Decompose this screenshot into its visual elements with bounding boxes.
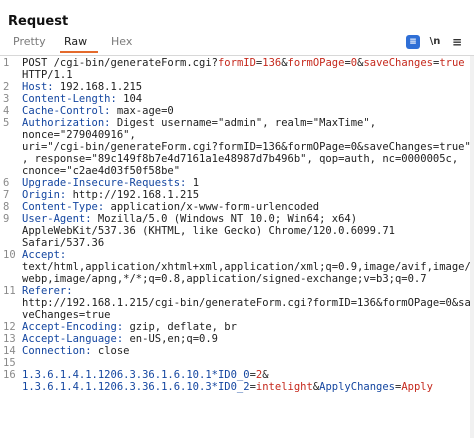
line-text: User-Agent: Mozilla/5.0 (Windows NT 10.0… bbox=[22, 213, 358, 225]
editor-line[interactable]: webp,image/apng,*/*;q=0.8,application/si… bbox=[0, 273, 474, 285]
line-text: HTTP/1.1 bbox=[22, 69, 73, 81]
line-number: 13 bbox=[3, 333, 16, 345]
editor-line[interactable]: 2 Host: 192.168.1.215 bbox=[0, 81, 474, 93]
line-text: Host: 192.168.1.215 bbox=[22, 81, 143, 93]
line-text: Accept-Encoding: gzip, deflate, br bbox=[22, 321, 237, 333]
editor-line[interactable]: http://192.168.1.215/cgi-bin/generateFor… bbox=[0, 297, 474, 309]
line-number: 7 bbox=[3, 189, 10, 201]
line-text: webp,image/apng,*/*;q=0.8,application/si… bbox=[22, 273, 427, 285]
line-text: text/html,application/xhtml+xml,applicat… bbox=[22, 261, 471, 273]
line-number: 12 bbox=[3, 321, 16, 333]
line-number: 14 bbox=[3, 345, 16, 357]
tab-raw[interactable]: Raw bbox=[64, 35, 87, 48]
editor-line[interactable]: 10 Accept: bbox=[0, 249, 474, 261]
editor-line[interactable]: 11 Referer: bbox=[0, 285, 474, 297]
editor-line[interactable]: 5 Authorization: Digest username="admin",… bbox=[0, 117, 474, 129]
line-number: 3 bbox=[3, 93, 10, 105]
editor-line[interactable]: 14 Connection: close bbox=[0, 345, 474, 357]
line-text: AppleWebKit/537.36 (KHTML, like Gecko) C… bbox=[22, 225, 395, 237]
line-number: 2 bbox=[3, 81, 10, 93]
editor-line[interactable]: Safari/537.36 bbox=[0, 237, 474, 249]
panel-title: Request bbox=[8, 14, 69, 29]
line-text: Safari/537.36 bbox=[22, 237, 105, 249]
editor-line[interactable]: 1 POST /cgi-bin/generateForm.cgi?formID=1… bbox=[0, 57, 474, 69]
line-text: cnonce="c2ae4d03f50f58be" bbox=[22, 165, 181, 177]
line-text: Referer: bbox=[22, 285, 73, 297]
line-text: , response="89c149f8b7e4d7161a1e48987d7b… bbox=[22, 153, 459, 165]
line-text: uri="/cgi-bin/generateForm.cgi?formID=13… bbox=[22, 141, 471, 153]
editor-line[interactable]: 4 Cache-Control: max-age=0 bbox=[0, 105, 474, 117]
editor-line[interactable]: , response="89c149f8b7e4d7161a1e48987d7b… bbox=[0, 153, 474, 165]
line-text: 1.3.6.1.4.1.1206.3.36.1.6.10.1*ID0_0=2& bbox=[22, 369, 269, 381]
line-text: veChanges=true bbox=[22, 309, 111, 321]
line-text: Content-Length: 104 bbox=[22, 93, 143, 105]
editor-line[interactable]: 6 Upgrade-Insecure-Requests: 1 bbox=[0, 177, 474, 189]
line-number: 16 bbox=[3, 369, 16, 381]
line-number: 4 bbox=[3, 105, 10, 117]
line-text: http://192.168.1.215/cgi-bin/generateFor… bbox=[22, 297, 471, 309]
line-text: 1.3.6.1.4.1.1206.3.36.1.6.10.3*ID0_2=int… bbox=[22, 381, 433, 393]
editor-line[interactable]: nonce="279040916", bbox=[0, 129, 474, 141]
editor-line[interactable]: AppleWebKit/537.36 (KHTML, like Gecko) C… bbox=[0, 225, 474, 237]
editor-line[interactable]: 7 Origin: http://192.168.1.215 bbox=[0, 189, 474, 201]
line-text: Authorization: Digest username="admin", … bbox=[22, 117, 377, 129]
line-number: 10 bbox=[3, 249, 16, 261]
active-tab-indicator bbox=[60, 51, 98, 53]
line-text: Accept-Language: en-US,en;q=0.9 bbox=[22, 333, 218, 345]
editor-line[interactable]: veChanges=true bbox=[0, 309, 474, 321]
line-text: Upgrade-Insecure-Requests: 1 bbox=[22, 177, 200, 189]
editor-line[interactable]: 16 1.3.6.1.4.1.1206.3.36.1.6.10.1*ID0_0=2… bbox=[0, 369, 474, 381]
line-text: nonce="279040916", bbox=[22, 129, 136, 141]
request-editor[interactable]: 1 POST /cgi-bin/generateForm.cgi?formID=1… bbox=[0, 56, 474, 438]
line-number: 9 bbox=[3, 213, 10, 225]
tab-hex[interactable]: Hex bbox=[111, 35, 132, 48]
editor-line[interactable]: uri="/cgi-bin/generateForm.cgi?formID=13… bbox=[0, 141, 474, 153]
line-number: 1 bbox=[3, 57, 10, 69]
view-tabs: Pretty Raw Hex ≡ \n ≡ bbox=[0, 33, 474, 53]
editor-line[interactable]: 3 Content-Length: 104 bbox=[0, 93, 474, 105]
newline-toggle-button[interactable]: \n bbox=[428, 35, 442, 49]
editor-line[interactable]: 13 Accept-Language: en-US,en;q=0.9 bbox=[0, 333, 474, 345]
tab-pretty[interactable]: Pretty bbox=[13, 35, 46, 48]
editor-line[interactable]: 9 User-Agent: Mozilla/5.0 (Windows NT 10.… bbox=[0, 213, 474, 225]
editor-line[interactable]: 12 Accept-Encoding: gzip, deflate, br bbox=[0, 321, 474, 333]
editor-line[interactable]: cnonce="c2ae4d03f50f58be" bbox=[0, 165, 474, 177]
line-text: Cache-Control: max-age=0 bbox=[22, 105, 174, 117]
menu-icon[interactable]: ≡ bbox=[450, 35, 464, 49]
editor-line[interactable]: 15 bbox=[0, 357, 474, 369]
editor-line[interactable]: 8 Content-Type: application/x-www-form-ur… bbox=[0, 201, 474, 213]
line-text: Accept: bbox=[22, 249, 67, 261]
line-number: 5 bbox=[3, 117, 10, 129]
pretty-print-icon[interactable]: ≡ bbox=[406, 35, 420, 49]
line-number: 11 bbox=[3, 285, 16, 297]
line-number: 6 bbox=[3, 177, 10, 189]
line-text: Content-Type: application/x-www-form-url… bbox=[22, 201, 320, 213]
line-text: POST /cgi-bin/generateForm.cgi?formID=13… bbox=[22, 57, 465, 69]
line-number: 8 bbox=[3, 201, 10, 213]
line-text: Connection: close bbox=[22, 345, 130, 357]
line-number: 15 bbox=[3, 357, 16, 369]
line-text: Origin: http://192.168.1.215 bbox=[22, 189, 200, 201]
editor-line[interactable]: HTTP/1.1 bbox=[0, 69, 474, 81]
editor-line[interactable]: 1.3.6.1.4.1.1206.3.36.1.6.10.3*ID0_2=int… bbox=[0, 381, 474, 393]
editor-scrollbar[interactable] bbox=[470, 56, 474, 438]
editor-line[interactable]: text/html,application/xhtml+xml,applicat… bbox=[0, 261, 474, 273]
